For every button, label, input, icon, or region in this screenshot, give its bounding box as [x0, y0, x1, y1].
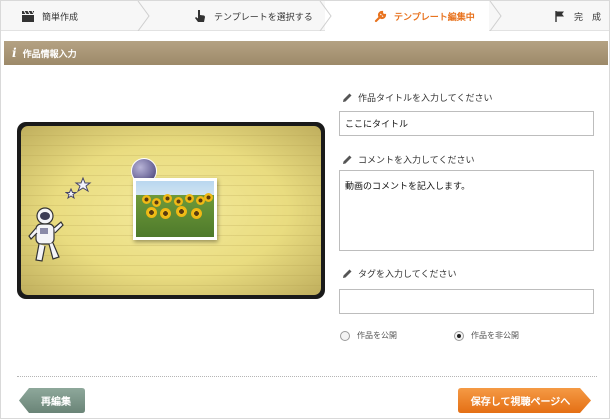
page-frame: 簡単作成 テンプレートを選択する テンプレート編集中 完 成 i 作品情報入力 — [0, 0, 610, 419]
tag-label: タグを入力してください — [341, 267, 456, 280]
pencil-icon — [343, 269, 352, 278]
title-label-text: 作品タイトルを入力してください — [358, 94, 493, 104]
info-icon: i — [12, 46, 17, 60]
radio-private[interactable]: 作品を非公開 — [454, 330, 519, 341]
tag-input[interactable] — [339, 289, 594, 314]
comment-textarea[interactable]: 動画のコメントを記入します。 — [339, 170, 594, 251]
re-edit-button[interactable]: 再編集 — [19, 388, 85, 413]
clapperboard-icon — [21, 9, 35, 23]
comment-label: コメントを入力してください — [341, 153, 474, 166]
title-label: 作品タイトルを入力してください — [341, 91, 492, 104]
title-input[interactable] — [339, 111, 594, 136]
section-title: 作品情報入力 — [22, 49, 77, 60]
section-header: i 作品情報入力 — [4, 41, 608, 65]
step-separator — [137, 1, 150, 31]
template-preview — [17, 122, 325, 299]
radio-private-label: 作品を非公開 — [471, 331, 519, 340]
re-edit-label: 再編集 — [41, 397, 71, 408]
radio-public-label: 作品を公開 — [357, 331, 397, 340]
sunflower-field-image — [136, 181, 214, 237]
step-label: 簡単作成 — [42, 12, 79, 23]
wrench-icon — [373, 9, 387, 23]
radio-private-circle[interactable] — [454, 330, 464, 341]
save-and-view-button[interactable]: 保存して視聴ページへ — [458, 388, 591, 413]
step-label: 完 成 — [574, 12, 602, 23]
step-label: テンプレート編集中 — [394, 12, 475, 23]
sunflower-photo — [133, 178, 217, 240]
astronaut-illustration — [28, 207, 64, 262]
stars-decoration — [65, 176, 92, 200]
tag-label-text: タグを入力してください — [358, 270, 457, 280]
step-separator — [489, 1, 502, 31]
step-label: テンプレートを選択する — [214, 12, 313, 23]
preview-canvas — [21, 126, 321, 295]
comment-label-text: コメントを入力してください — [358, 156, 475, 166]
step-complete: 完 成 — [553, 1, 601, 31]
radio-public[interactable]: 作品を公開 — [340, 330, 397, 341]
step-progress-bar: 簡単作成 テンプレートを選択する テンプレート編集中 完 成 — [1, 1, 609, 31]
step-select-template: テンプレートを選択する — [193, 1, 313, 31]
step-easy-create: 簡単作成 — [21, 1, 78, 31]
pencil-icon — [343, 93, 352, 102]
flag-icon — [553, 9, 567, 23]
step-separator — [319, 1, 332, 31]
pointing-hand-icon — [193, 9, 207, 23]
radio-public-circle[interactable] — [340, 330, 350, 341]
divider — [17, 376, 597, 377]
pencil-icon — [343, 155, 352, 164]
save-and-view-label: 保存して視聴ページへ — [470, 397, 571, 408]
step-editing-template: テンプレート編集中 — [373, 1, 475, 31]
